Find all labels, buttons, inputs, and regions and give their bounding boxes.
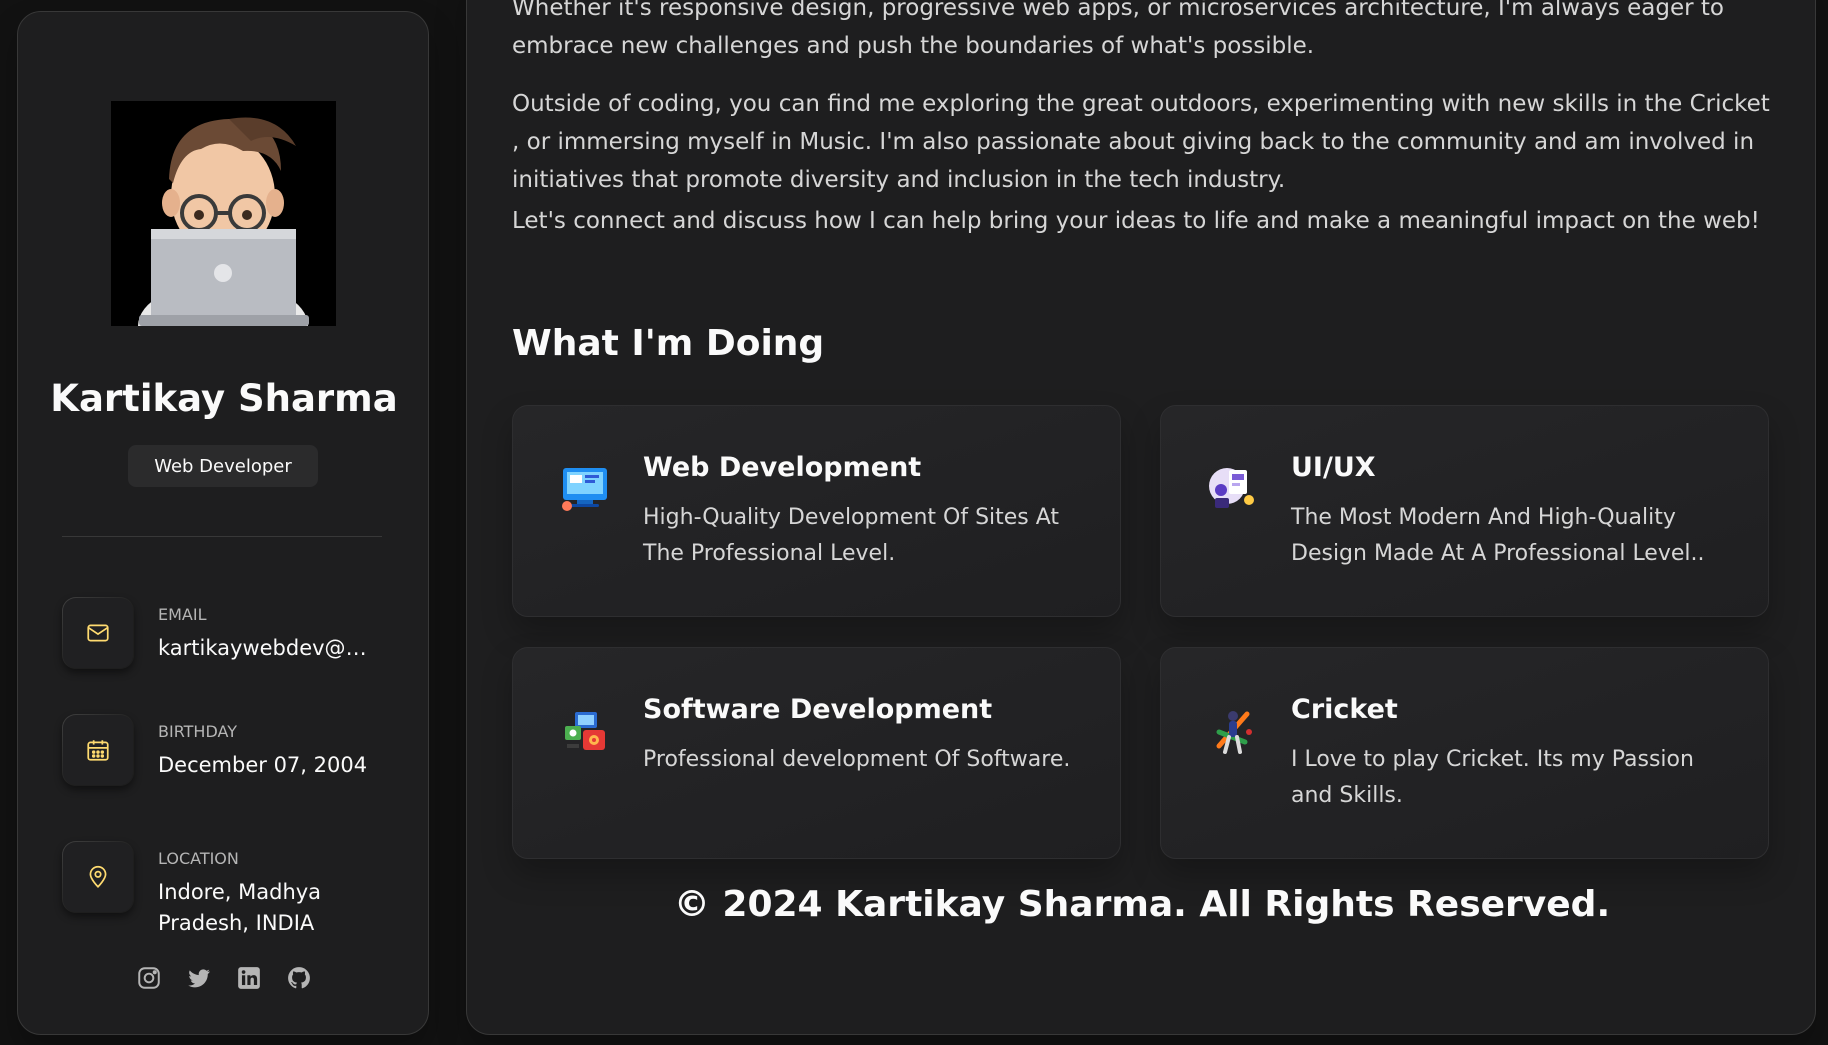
service-text: Professional development Of Software. bbox=[643, 747, 1071, 772]
sidebar-separator bbox=[62, 536, 382, 537]
linkedin-icon[interactable] bbox=[236, 965, 262, 991]
service-card-ui-ux: UI/UX The Most Modern And High-Quality D… bbox=[1160, 405, 1769, 617]
portfolio-page: Kartikay Sharma Web Developer Email kart… bbox=[0, 0, 1828, 1045]
service-title: UI/UX bbox=[1291, 452, 1376, 483]
cricket-icon bbox=[1205, 702, 1261, 758]
about-paragraph: Outside of coding, you can find me explo… bbox=[512, 91, 1770, 193]
mail-icon bbox=[62, 597, 134, 669]
footer-copyright: © 2024 Kartikay Sharma. All Rights Reser… bbox=[673, 884, 1611, 925]
ui-ux-design-icon bbox=[1205, 460, 1261, 516]
calendar-icon bbox=[62, 714, 134, 786]
avatar bbox=[111, 101, 336, 326]
github-icon[interactable] bbox=[286, 965, 312, 991]
about-paragraph: Let's connect and discuss how I can help… bbox=[512, 208, 1760, 234]
web-development-icon bbox=[557, 460, 613, 516]
service-card-web-development: Web Development High-Quality Development… bbox=[512, 405, 1121, 617]
profile-name: Kartikay Sharma bbox=[50, 377, 398, 420]
social-links bbox=[18, 965, 430, 991]
contact-email-title: Email bbox=[158, 605, 207, 624]
service-title: Cricket bbox=[1291, 694, 1398, 725]
service-title: Web Development bbox=[643, 452, 922, 483]
service-card-software-development: Software Development Professional develo… bbox=[512, 647, 1121, 859]
contact-location-title: Location bbox=[158, 849, 239, 868]
instagram-icon[interactable] bbox=[136, 965, 162, 991]
profile-sidebar: Kartikay Sharma Web Developer Email kart… bbox=[17, 11, 429, 1035]
service-text: I Love to play Cricket. Its my Passion a… bbox=[1291, 747, 1694, 808]
services-title: What I'm Doing bbox=[512, 323, 825, 364]
service-text: High-Quality Development Of Sites At The… bbox=[643, 505, 1060, 566]
location-pin-icon bbox=[62, 841, 134, 913]
contact-email-link[interactable]: kartikaywebdev@gmail.com bbox=[158, 633, 378, 664]
avatar-memoji-icon bbox=[111, 101, 336, 326]
service-text: The Most Modern And High-Quality Design … bbox=[1291, 505, 1705, 566]
contact-birthday-value: December 07, 2004 bbox=[158, 753, 368, 777]
contact-birthday-title: Birthday bbox=[158, 722, 237, 741]
contact-location-value: Indore, Madhya Pradesh, INDIA bbox=[158, 880, 322, 935]
service-card-cricket: Cricket I Love to play Cricket. Its my P… bbox=[1160, 647, 1769, 859]
software-development-icon bbox=[557, 702, 613, 758]
about-paragraph: Whether it's responsive design, progress… bbox=[512, 0, 1724, 59]
main-content: Whether it's responsive design, progress… bbox=[466, 0, 1816, 1035]
service-title: Software Development bbox=[643, 694, 993, 725]
twitter-icon[interactable] bbox=[186, 965, 212, 991]
role-badge: Web Developer bbox=[128, 445, 318, 487]
